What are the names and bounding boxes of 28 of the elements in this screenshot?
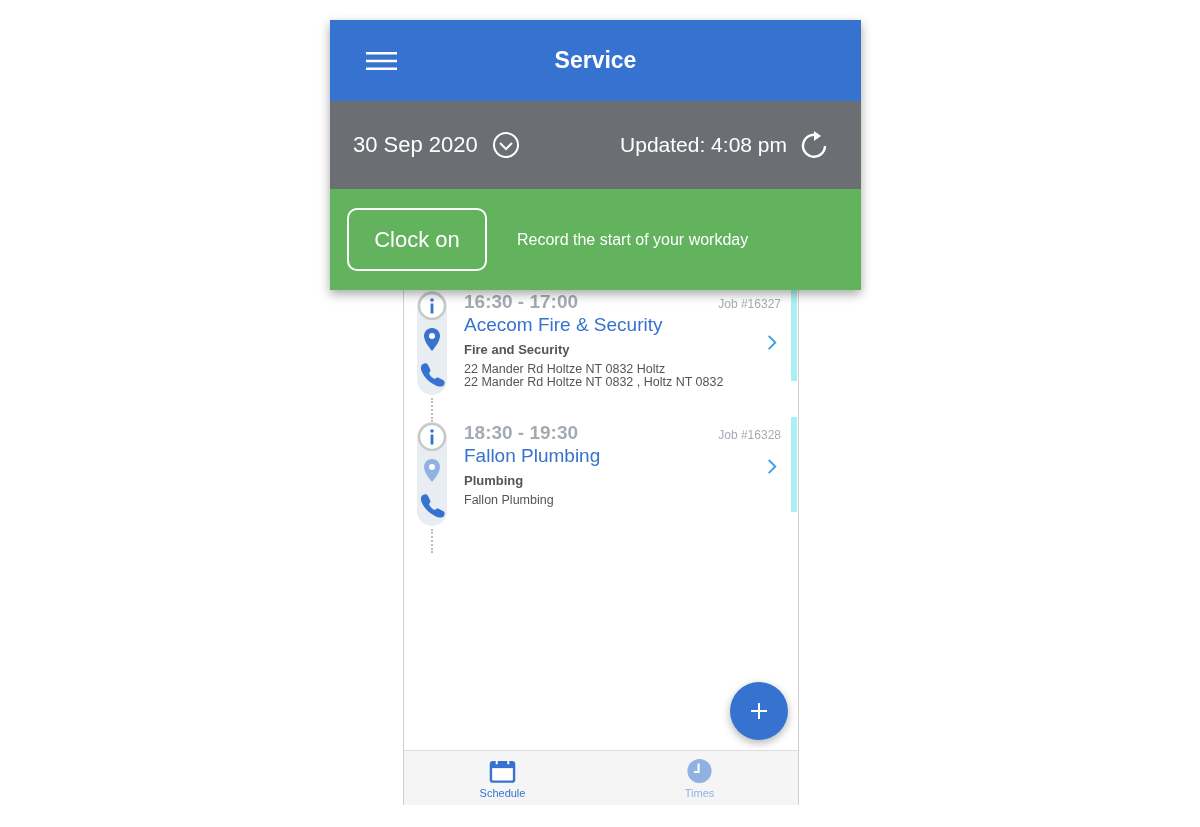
calendar-icon [489, 757, 516, 784]
add-button[interactable] [730, 682, 788, 740]
job-address: Fallon Plumbing [464, 494, 555, 507]
job-number: Job #16327 [718, 297, 781, 311]
job-time: 18:30 - 19:30 [464, 422, 579, 444]
job-address: 22 Mander Rd Holtze NT 0832 Holtz [464, 363, 667, 376]
chevron-right-icon[interactable] [767, 333, 777, 351]
header-title: Service [554, 47, 637, 74]
chevron-down-circle-icon[interactable] [491, 131, 520, 159]
date-label[interactable]: 30 Sep 2020 [353, 132, 478, 158]
clock-on-hint: Record the start of your workday [517, 230, 749, 249]
chevron-right-icon[interactable] [767, 458, 777, 475]
schedule-tab[interactable]: Schedule [404, 751, 601, 805]
plus-icon [749, 701, 769, 721]
job-type: Fire and Security [464, 342, 571, 357]
updated-time: Updated: 4:08 pm [620, 133, 787, 157]
menu-icon[interactable] [366, 51, 397, 71]
info-icon[interactable] [417, 291, 447, 321]
job-time: 16:30 - 17:00 [464, 291, 579, 313]
job-address: 22 Mander Rd Holtze NT 0832 , Holtz NT 0832 [464, 376, 725, 389]
clock-on-button[interactable]: Clock on [347, 208, 487, 271]
clock-icon [686, 757, 713, 784]
customer-name[interactable]: Fallon Plumbing [464, 445, 767, 467]
customer-name[interactable]: Acecom Fire & Security [464, 314, 767, 336]
job-number: Job #16328 [718, 428, 781, 442]
refresh-icon[interactable] [799, 130, 829, 160]
info-icon[interactable] [417, 422, 447, 452]
job-type: Plumbing [464, 473, 525, 488]
